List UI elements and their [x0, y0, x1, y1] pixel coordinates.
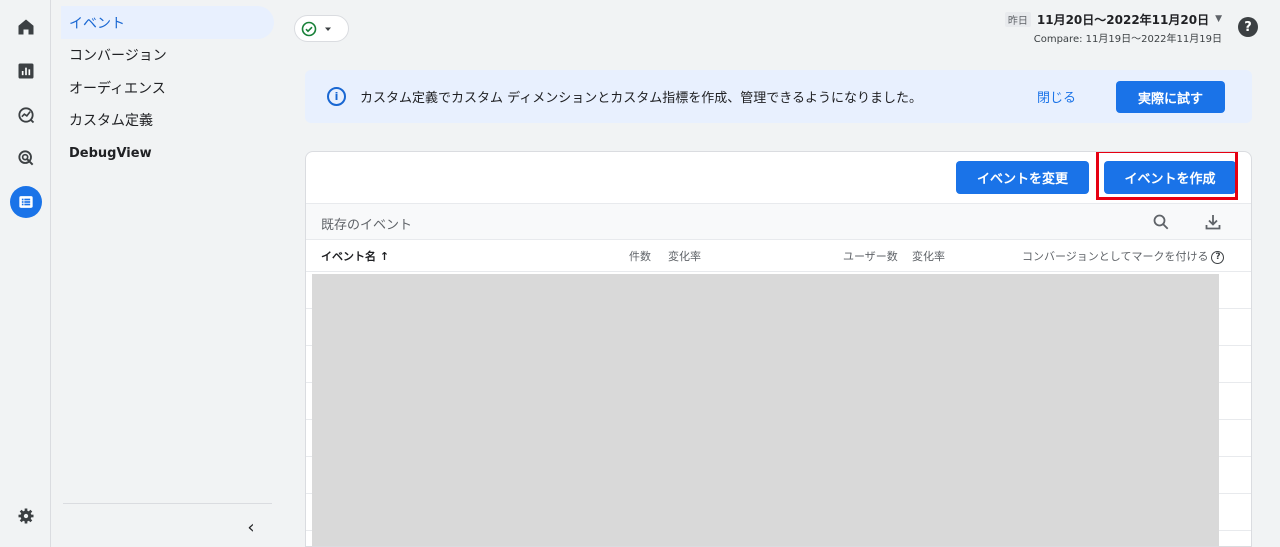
- help-icon[interactable]: ?: [1211, 250, 1225, 264]
- table-toolbar: 既存のイベント: [306, 203, 1251, 240]
- subnav-item-label: DebugView: [69, 146, 152, 161]
- try-it-button[interactable]: 実際に試す: [1116, 81, 1225, 113]
- subnav-item-label: イベント: [69, 15, 125, 32]
- subnav-item-label: コンバージョン: [69, 47, 167, 64]
- advertising-icon[interactable]: [10, 142, 42, 174]
- banner-close-link[interactable]: 閉じる: [1037, 87, 1076, 106]
- column-header-label: コンバージョンとしてマークを付ける: [1022, 250, 1209, 263]
- check-circle-icon: [301, 21, 317, 36]
- compare-range: Compare: 11月19日～2022年11月19日: [1033, 34, 1222, 45]
- reports-icon[interactable]: [10, 55, 42, 87]
- subnav-item-custom-definitions[interactable]: カスタム定義: [61, 103, 274, 136]
- sub-navigation: イベント コンバージョン オーディエンス カスタム定義 DebugView ‹: [51, 0, 286, 547]
- download-icon[interactable]: [1203, 212, 1223, 232]
- subnav-item-debugview[interactable]: DebugView: [61, 137, 274, 170]
- table-header: イベント名 ↑ 件数 変化率 ユーザー数 変化率 コンバージョンとしてマークを付…: [306, 240, 1251, 272]
- collapse-chevron-icon[interactable]: ‹: [239, 515, 263, 539]
- main-content: 昨日 11月20日～2022年11月20日 ▼ Compare: 11月19日～…: [286, 0, 1280, 547]
- subnav-item-label: オーディエンス: [69, 80, 166, 97]
- date-prefix: 昨日: [1004, 11, 1031, 27]
- divider: [63, 503, 272, 504]
- column-header-count[interactable]: 件数: [629, 248, 651, 264]
- gear-icon[interactable]: [10, 500, 42, 532]
- column-header-users[interactable]: ユーザー数: [843, 248, 898, 264]
- column-header-users-change[interactable]: 変化率: [912, 248, 945, 264]
- nav-rail: [0, 0, 51, 547]
- date-range-picker[interactable]: 昨日 11月20日～2022年11月20日 ▼ Compare: 11月19日～…: [1004, 10, 1222, 45]
- table-title: 既存のイベント: [321, 218, 413, 233]
- info-icon: i: [327, 87, 346, 106]
- column-header-count-change[interactable]: 変化率: [668, 248, 701, 264]
- home-icon[interactable]: [10, 11, 42, 43]
- column-header-mark-conversion[interactable]: コンバージョンとしてマークを付ける?: [1022, 248, 1225, 264]
- banner-message: カスタム定義でカスタム ディメンションとカスタム指標を作成、管理できるようになり…: [360, 91, 922, 106]
- date-range: 11月20日～2022年11月20日: [1036, 12, 1210, 27]
- configure-icon[interactable]: [10, 186, 42, 218]
- caret-down-icon: [325, 27, 331, 31]
- subnav-item-label: カスタム定義: [69, 112, 153, 129]
- help-icon[interactable]: ?: [1238, 17, 1258, 37]
- column-header-event-name[interactable]: イベント名 ↑: [321, 248, 389, 264]
- explore-icon[interactable]: [10, 99, 42, 131]
- subnav-item-conversions[interactable]: コンバージョン: [61, 38, 274, 71]
- subnav-item-events[interactable]: イベント: [61, 6, 274, 39]
- redacted-table-content: [312, 274, 1219, 546]
- highlight-box: [1096, 152, 1238, 200]
- events-card: イベントを変更 イベントを作成 既存のイベント イベント名 ↑ 件数 変化率 ユ…: [305, 151, 1252, 547]
- info-banner: i カスタム定義でカスタム ディメンションとカスタム指標を作成、管理できるように…: [305, 70, 1252, 123]
- modify-event-button[interactable]: イベントを変更: [956, 161, 1089, 194]
- data-status-dropdown[interactable]: [294, 15, 349, 42]
- search-icon[interactable]: [1151, 212, 1171, 232]
- caret-down-icon: ▼: [1215, 14, 1222, 24]
- subnav-item-audiences[interactable]: オーディエンス: [61, 71, 274, 104]
